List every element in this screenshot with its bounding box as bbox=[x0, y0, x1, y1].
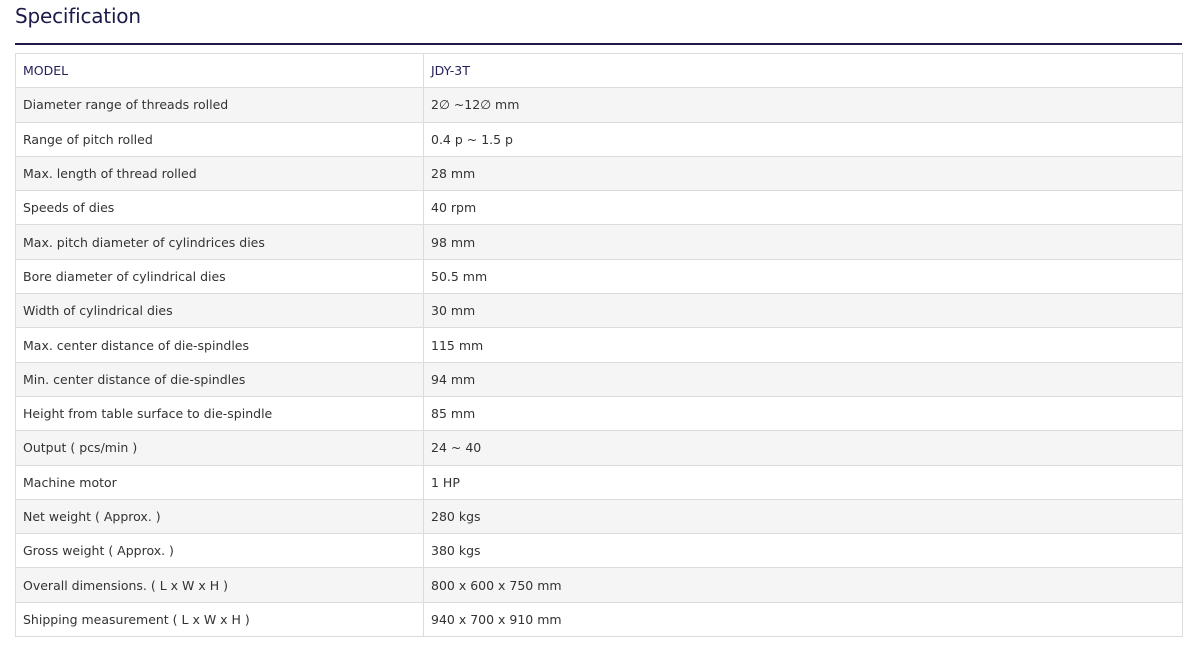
table-row: Min. center distance of die-spindles 94 … bbox=[15, 361, 1183, 397]
page-title: Specification bbox=[15, 4, 141, 28]
specification-table: MODEL JDY-3T Diameter range of threads r… bbox=[15, 52, 1183, 638]
table-row: Output ( pcs/min ) 24 ~ 40 bbox=[15, 430, 1183, 466]
table-row: Machine motor 1 HP bbox=[15, 464, 1183, 500]
spec-label-cell: Output ( pcs/min ) bbox=[15, 430, 424, 466]
spec-label-cell: Overall dimensions. ( L x W x H ) bbox=[15, 567, 424, 603]
spec-label-cell: Width of cylindrical dies bbox=[15, 293, 424, 329]
table-row: Max. pitch diameter of cylindrices dies … bbox=[15, 224, 1183, 260]
table-row: Max. center distance of die-spindles 115… bbox=[15, 327, 1183, 363]
spec-label-cell: Shipping measurement ( L x W x H ) bbox=[15, 601, 424, 638]
spec-value-cell: 0.4 p ~ 1.5 p bbox=[423, 121, 1183, 157]
table-header-row: MODEL JDY-3T bbox=[15, 52, 1183, 89]
spec-label-cell: Height from table surface to die-spindle bbox=[15, 395, 424, 432]
spec-label-cell: Min. center distance of die-spindles bbox=[15, 361, 424, 397]
table-row: Net weight ( Approx. ) 280 kgs bbox=[15, 498, 1183, 535]
spec-label-cell: Machine motor bbox=[15, 464, 424, 500]
spec-label-cell: Gross weight ( Approx. ) bbox=[15, 533, 424, 569]
spec-value-cell: 30 mm bbox=[423, 293, 1183, 329]
spec-value-cell: 98 mm bbox=[423, 224, 1183, 260]
spec-label-cell: Diameter range of threads rolled bbox=[15, 87, 424, 123]
spec-label-cell: Max. center distance of die-spindles bbox=[15, 327, 424, 363]
specification-table-body: MODEL JDY-3T Diameter range of threads r… bbox=[15, 52, 1183, 638]
spec-label-cell: Speeds of dies bbox=[15, 190, 424, 226]
spec-label-cell: Net weight ( Approx. ) bbox=[15, 498, 424, 535]
table-row: Diameter range of threads rolled 2∅ ~12∅… bbox=[15, 87, 1183, 123]
spec-value-cell: 94 mm bbox=[423, 361, 1183, 397]
table-row: Overall dimensions. ( L x W x H ) 800 x … bbox=[15, 567, 1183, 603]
spec-value-cell: 2∅ ~12∅ mm bbox=[423, 87, 1183, 123]
table-row: Width of cylindrical dies 30 mm bbox=[15, 293, 1183, 329]
table-row: Range of pitch rolled 0.4 p ~ 1.5 p bbox=[15, 121, 1183, 157]
table-row: Height from table surface to die-spindle… bbox=[15, 395, 1183, 432]
spec-value-cell: 40 rpm bbox=[423, 190, 1183, 226]
spec-label-cell: Max. length of thread rolled bbox=[15, 155, 424, 192]
title-divider bbox=[15, 43, 1182, 45]
spec-value-cell: 115 mm bbox=[423, 327, 1183, 363]
table-row: Speeds of dies 40 rpm bbox=[15, 190, 1183, 226]
spec-value-cell: JDY-3T bbox=[423, 52, 1183, 89]
table-row: Shipping measurement ( L x W x H ) 940 x… bbox=[15, 601, 1183, 638]
spec-label-cell: MODEL bbox=[15, 52, 424, 89]
table-row: Bore diameter of cylindrical dies 50.5 m… bbox=[15, 258, 1183, 295]
spec-value-cell: 24 ~ 40 bbox=[423, 430, 1183, 466]
spec-value-cell: 800 x 600 x 750 mm bbox=[423, 567, 1183, 603]
spec-value-cell: 280 kgs bbox=[423, 498, 1183, 535]
spec-value-cell: 50.5 mm bbox=[423, 258, 1183, 295]
table-row: Max. length of thread rolled 28 mm bbox=[15, 155, 1183, 192]
spec-value-cell: 1 HP bbox=[423, 464, 1183, 500]
spec-value-cell: 940 x 700 x 910 mm bbox=[423, 601, 1183, 638]
spec-label-cell: Bore diameter of cylindrical dies bbox=[15, 258, 424, 295]
spec-value-cell: 380 kgs bbox=[423, 533, 1183, 569]
spec-label-cell: Max. pitch diameter of cylindrices dies bbox=[15, 224, 424, 260]
table-row: Gross weight ( Approx. ) 380 kgs bbox=[15, 533, 1183, 569]
spec-label-cell: Range of pitch rolled bbox=[15, 121, 424, 157]
spec-value-cell: 28 mm bbox=[423, 155, 1183, 192]
spec-value-cell: 85 mm bbox=[423, 395, 1183, 432]
